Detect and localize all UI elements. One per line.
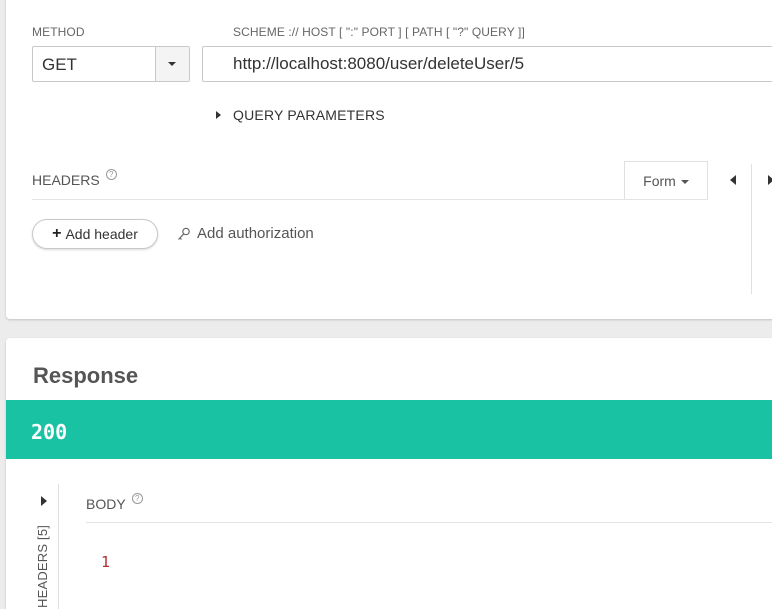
method-select[interactable]: GET bbox=[32, 46, 190, 82]
chevron-down-icon bbox=[168, 62, 176, 66]
url-format-label: SCHEME :// HOST [ ":" PORT ] [ PATH [ "?… bbox=[233, 25, 525, 39]
query-parameters-label: QUERY PARAMETERS bbox=[233, 107, 385, 123]
add-authorization-link[interactable]: Add authorization bbox=[177, 225, 314, 242]
response-panel: Response 200 HEADERS [5] BODY? 1 bbox=[6, 338, 772, 609]
request-panel: METHOD SCHEME :// HOST [ ":" PORT ] [ PA… bbox=[6, 0, 772, 319]
response-headers-tab-label: HEADERS [5] bbox=[35, 524, 50, 608]
vertical-divider bbox=[751, 164, 752, 294]
add-header-label: Add header bbox=[65, 226, 138, 242]
arrow-left-icon[interactable] bbox=[730, 175, 736, 185]
key-icon bbox=[178, 227, 190, 240]
response-title: Response bbox=[33, 363, 139, 388]
help-icon[interactable]: ? bbox=[105, 169, 117, 180]
query-parameters-toggle[interactable]: QUERY PARAMETERS bbox=[216, 106, 385, 124]
add-authorization-label: Add authorization bbox=[197, 225, 314, 242]
body-section-title: BODY? bbox=[86, 493, 143, 512]
method-label: METHOD bbox=[32, 25, 85, 39]
help-icon[interactable]: ? bbox=[131, 493, 143, 504]
headers-section-title: HEADERS? bbox=[32, 169, 117, 188]
divider bbox=[32, 199, 708, 200]
divider bbox=[86, 522, 772, 523]
form-label: Form bbox=[643, 172, 676, 189]
caret-right-icon bbox=[216, 111, 221, 119]
body-label: BODY bbox=[86, 496, 126, 512]
response-headers-tab[interactable] bbox=[6, 484, 59, 609]
headers-label: HEADERS bbox=[32, 172, 100, 188]
add-header-button[interactable]: + Add header bbox=[32, 219, 158, 249]
chevron-down-icon bbox=[680, 179, 689, 184]
headers-editor-mode-dropdown[interactable]: Form bbox=[624, 161, 708, 199]
response-body-content: 1 bbox=[101, 553, 111, 571]
url-input[interactable] bbox=[202, 46, 772, 82]
caret-right-icon bbox=[41, 496, 47, 506]
method-dropdown-button[interactable] bbox=[155, 47, 189, 81]
arrow-right-icon[interactable] bbox=[768, 175, 772, 185]
method-value: GET bbox=[42, 55, 77, 74]
status-bar: 200 bbox=[6, 400, 772, 459]
status-code: 200 bbox=[31, 420, 68, 444]
plus-icon: + bbox=[52, 225, 62, 242]
